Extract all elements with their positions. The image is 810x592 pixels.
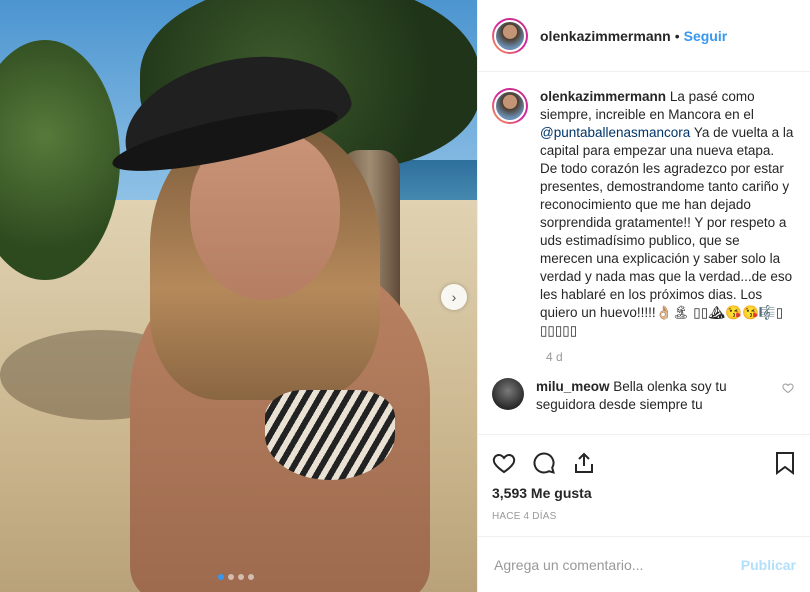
avatar-image [494,19,526,52]
comment-input[interactable] [494,556,741,573]
chevron-right-icon: › [451,289,457,305]
carousel-dot [218,574,224,580]
photo-person [108,37,450,592]
comment-avatar[interactable] [492,378,524,410]
post-sidebar: olenkazimmermann • Seguir olenkazimmerma… [477,0,810,592]
caption-text-after: Ya de vuelta a la capital para empezar u… [540,125,794,338]
post-photo[interactable]: › [0,0,477,592]
comment-username[interactable]: milu_meow [536,379,610,394]
post-actions: 3,593 Me gusta HACE 4 DÍAS [478,434,810,522]
comment-like-heart-icon[interactable] [782,382,794,397]
person-bikini [265,390,395,480]
carousel-dot [228,574,234,580]
caption: olenkazimmermann La pasé como siempre, i… [492,88,794,340]
caption-text: olenkazimmermann La pasé como siempre, i… [540,88,794,340]
bookmark-icon[interactable] [756,443,796,483]
like-heart-icon[interactable] [492,443,532,483]
likes-count[interactable]: 3,593 Me gusta [492,485,796,501]
avatar-image [494,90,526,122]
post-header: olenkazimmermann • Seguir [478,0,810,72]
caption-username[interactable]: olenkazimmermann [540,89,666,104]
carousel-dot [248,574,254,580]
publish-button[interactable]: Publicar [741,557,796,573]
carousel-dots [218,574,254,580]
header-separator: • [674,27,680,44]
caption-mention-link[interactable]: @puntaballenasmancora [540,125,690,140]
follow-button[interactable]: Seguir [684,28,728,44]
comment-bubble-icon[interactable] [532,443,572,483]
comment-text: milu_meow Bella olenka soy tu seguidora … [536,378,762,414]
add-comment-bar: Publicar [478,536,810,592]
comments-list[interactable]: olenkazimmermann La pasé como siempre, i… [478,72,810,434]
caption-avatar[interactable] [492,88,528,124]
header-username[interactable]: olenkazimmermann [540,28,671,44]
share-icon[interactable] [572,443,612,483]
carousel-dot [238,574,244,580]
carousel-next-button[interactable]: › [441,284,467,310]
avatar[interactable] [492,17,528,54]
action-icons [492,443,796,483]
post-timestamp[interactable]: HACE 4 DÍAS [492,511,796,522]
caption-time[interactable]: 4 d [546,350,794,364]
instagram-post: › olenkazimmermann • Seguir olenkazimmer… [0,0,810,592]
comment-row: milu_meow Bella olenka soy tu seguidora … [492,378,794,414]
